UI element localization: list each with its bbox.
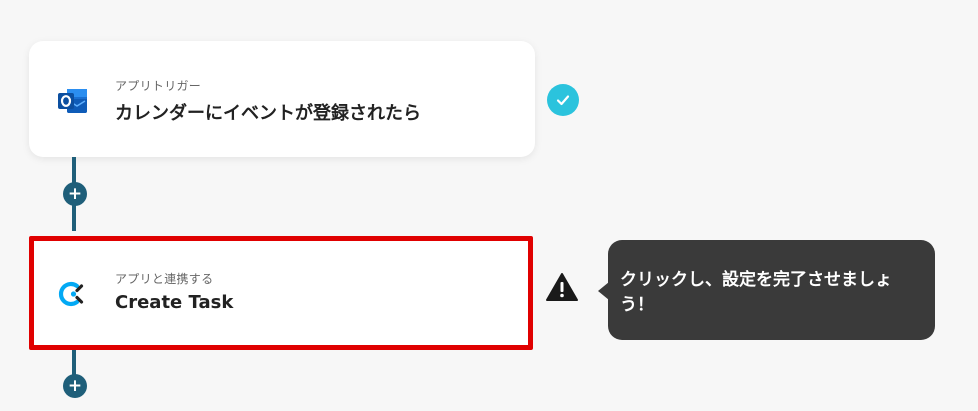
flow-canvas: アプリトリガー カレンダーにイベントが登録されたら + アプリと連携する Cre… (0, 0, 978, 411)
trigger-title: カレンダーにイベントが登録されたら (115, 103, 421, 124)
setup-tooltip: クリックし、設定を完了させましょう！ (608, 240, 935, 340)
trigger-step-card[interactable]: アプリトリガー カレンダーにイベントが登録されたら (29, 41, 535, 157)
add-step-button[interactable]: + (63, 182, 87, 206)
warning-icon (545, 272, 579, 302)
clockify-icon (55, 276, 91, 312)
outlook-icon (55, 83, 91, 119)
add-step-button[interactable]: + (63, 374, 87, 398)
action-step-card[interactable]: アプリと連携する Create Task (29, 236, 533, 350)
trigger-subtitle: アプリトリガー (115, 79, 202, 93)
action-subtitle: アプリと連携する (115, 272, 214, 286)
check-icon (547, 84, 579, 116)
tooltip-text: クリックし、設定を完了させましょう！ (620, 270, 892, 315)
action-title: Create Task (115, 292, 234, 313)
